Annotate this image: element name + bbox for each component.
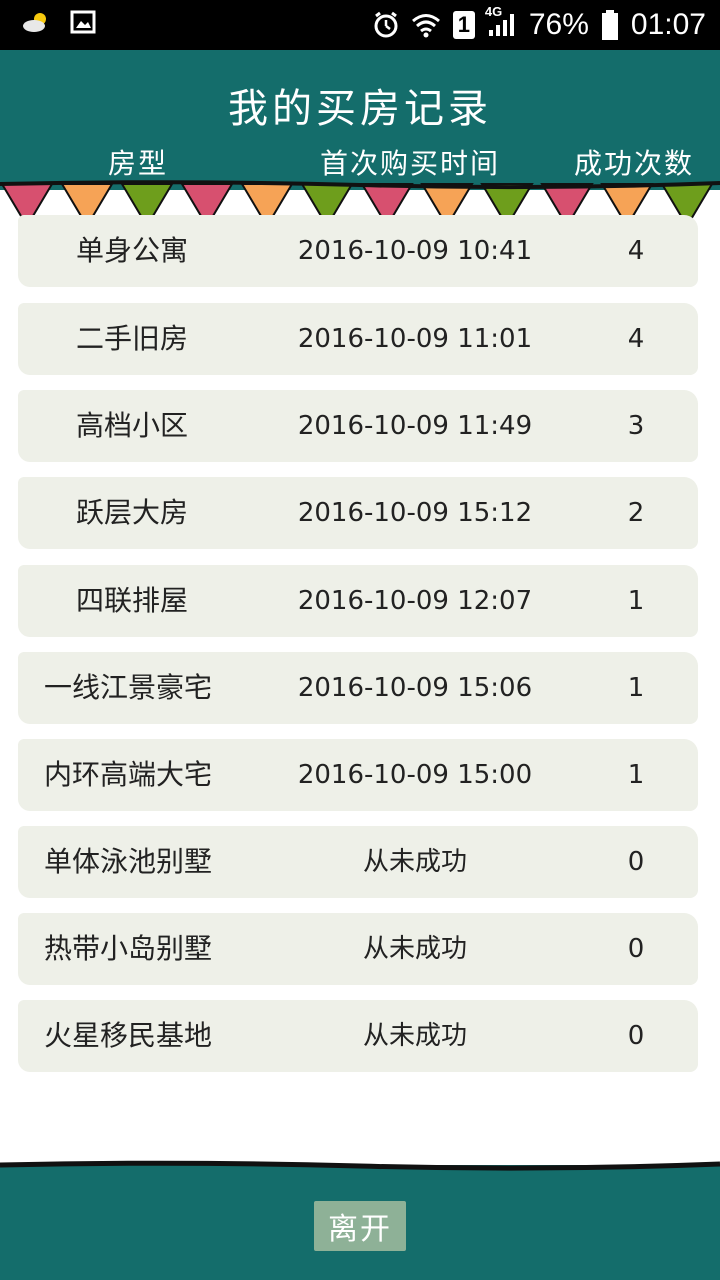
- footer-divider: [0, 1160, 720, 1171]
- success-count: 1: [627, 673, 645, 703]
- first-purchase-time: 从未成功: [362, 934, 467, 964]
- house-type: 热带小岛别墅: [44, 932, 213, 965]
- success-count: 2: [627, 498, 645, 528]
- first-purchase-time: 从未成功: [362, 1021, 467, 1051]
- success-count: 0: [627, 934, 645, 964]
- success-count: 1: [627, 760, 645, 790]
- list-item: 火星移民基地 从未成功 0: [0, 1000, 720, 1072]
- first-purchase-time: 2016-10-09 10:41: [297, 236, 533, 266]
- list-item: 高档小区 2016-10-09 11:49 3: [0, 390, 720, 462]
- first-purchase-time: 2016-10-09 15:12: [297, 498, 533, 528]
- network-type-label: 4G: [484, 4, 503, 19]
- list-item: 跃层大房 2016-10-09 15:12 2: [0, 477, 720, 549]
- sim-slot-icon: 1: [452, 11, 475, 39]
- house-type: 一线江景豪宅: [44, 671, 213, 704]
- column-header-time: 首次购买时间: [320, 147, 501, 180]
- image-icon: [70, 10, 96, 34]
- house-type: 高档小区: [76, 409, 189, 442]
- first-purchase-time: 2016-10-09 12:07: [297, 586, 533, 616]
- alarm-icon: [373, 11, 399, 39]
- house-type: 单体泳池别墅: [44, 845, 213, 878]
- success-count: 4: [627, 236, 645, 266]
- house-type: 跃层大房: [76, 496, 189, 529]
- header: 我的买房记录 房型 首次购买时间 成功次数: [0, 50, 720, 190]
- success-count: 4: [627, 324, 645, 354]
- list-item: 四联排屋 2016-10-09 12:07 1: [0, 565, 720, 637]
- house-type: 四联排屋: [76, 584, 189, 617]
- leave-button[interactable]: 离开: [314, 1201, 406, 1251]
- first-purchase-time: 2016-10-09 11:01: [297, 324, 533, 354]
- success-count: 3: [627, 411, 645, 441]
- list-item: 二手旧房 2016-10-09 11:01 4: [0, 303, 720, 375]
- list-item: 单体泳池别墅 从未成功 0: [0, 826, 720, 898]
- house-type: 单身公寓: [76, 234, 189, 267]
- signal-icon: 4G: [485, 4, 517, 38]
- list-item: 单身公寓 2016-10-09 10:41 4: [0, 215, 720, 287]
- first-purchase-time: 2016-10-09 11:49: [297, 411, 533, 441]
- battery-percent: 76%: [528, 8, 589, 41]
- success-count: 0: [627, 847, 645, 877]
- list-item: 热带小岛别墅 从未成功 0: [0, 913, 720, 985]
- success-count: 0: [627, 1021, 645, 1051]
- success-count: 1: [627, 586, 645, 616]
- first-purchase-time: 2016-10-09 15:00: [297, 760, 533, 790]
- house-type: 火星移民基地: [44, 1019, 213, 1052]
- first-purchase-time: 2016-10-09 15:06: [297, 673, 533, 703]
- column-header-count: 成功次数: [574, 147, 695, 180]
- wifi-icon: [411, 12, 441, 38]
- list-item: 内环高端大宅 2016-10-09 15:00 1: [0, 739, 720, 811]
- house-type: 内环高端大宅: [44, 758, 213, 791]
- page-title: 我的买房记录: [228, 86, 492, 132]
- clock: 01:07: [630, 8, 706, 41]
- list-item: 一线江景豪宅 2016-10-09 15:06 1: [0, 652, 720, 724]
- status-bar: 1 4G 76% 01:07: [0, 0, 720, 50]
- house-type: 二手旧房: [76, 322, 189, 355]
- weather-icon: [22, 11, 50, 33]
- column-header-type: 房型: [108, 147, 169, 180]
- battery-icon: [601, 10, 619, 40]
- first-purchase-time: 从未成功: [362, 847, 467, 877]
- sim-slot-label: 1: [457, 12, 470, 37]
